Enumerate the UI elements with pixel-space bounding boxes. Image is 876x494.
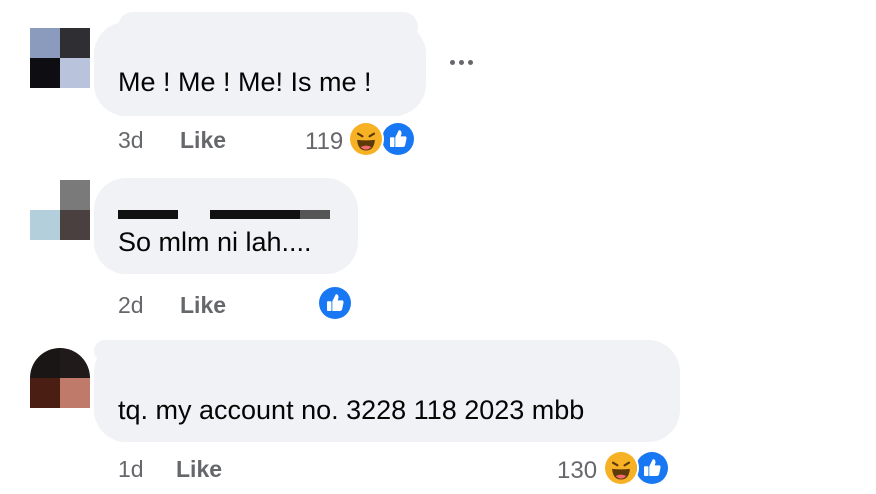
comment-text: So mlm ni lah.... (118, 227, 312, 257)
avatar[interactable] (30, 28, 90, 88)
comment-text: tq. my account no. 3228 118 2023 mbb (118, 395, 585, 425)
more-options-button[interactable] (449, 52, 479, 72)
like-button[interactable]: Like (180, 292, 226, 319)
reaction-count[interactable]: 119 (305, 128, 343, 156)
timestamp[interactable]: 3d (118, 127, 144, 154)
ellipsis-icon (450, 60, 455, 65)
haha-icon[interactable] (348, 121, 384, 157)
like-icon[interactable] (380, 121, 416, 157)
author-name-redacted (94, 340, 254, 362)
author-name-redacted (118, 210, 340, 222)
comment-bubble: Me ! Me ! Me! Is me ! (94, 22, 426, 116)
avatar[interactable] (30, 348, 90, 408)
like-button[interactable]: Like (180, 127, 226, 154)
comment-bubble: tq. my account no. 3228 118 2023 mbb (94, 340, 680, 442)
reaction-count[interactable]: 130 (557, 457, 597, 485)
haha-icon[interactable] (603, 450, 639, 486)
comment-text: Me ! Me ! Me! Is me ! (118, 67, 372, 97)
timestamp[interactable]: 1d (118, 456, 144, 483)
like-icon[interactable] (317, 285, 353, 321)
timestamp[interactable]: 2d (118, 292, 144, 319)
avatar[interactable] (30, 180, 90, 240)
comment-bubble: So mlm ni lah.... (94, 178, 358, 274)
like-button[interactable]: Like (176, 456, 222, 483)
like-icon[interactable] (634, 450, 670, 486)
